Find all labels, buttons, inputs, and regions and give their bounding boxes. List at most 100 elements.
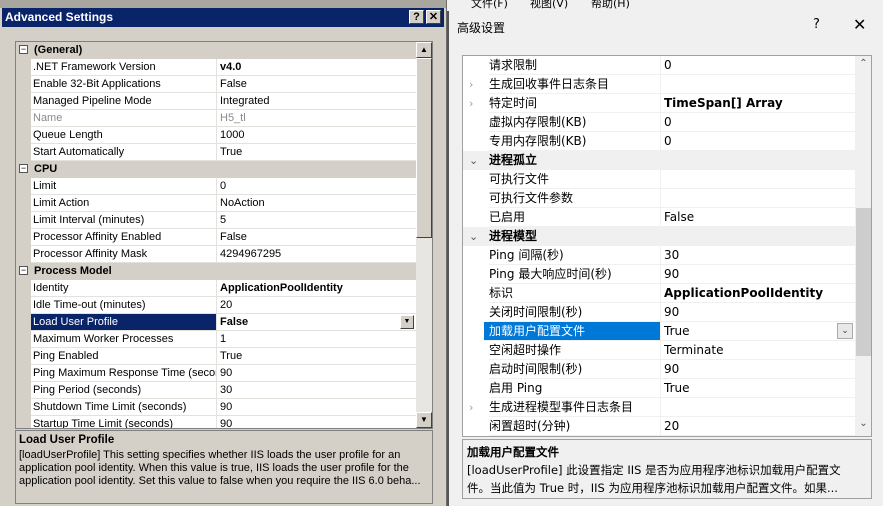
- property-row[interactable]: Limit 0: [16, 178, 416, 195]
- property-row[interactable]: Ping 最大响应时间(秒) 90: [463, 265, 855, 284]
- property-row[interactable]: Enable 32-Bit Applications False: [16, 76, 416, 93]
- property-label[interactable]: 特定时间: [489, 94, 660, 113]
- property-value[interactable]: ApplicationPoolIdentity: [660, 284, 855, 303]
- property-row[interactable]: 虚拟内存限制(KB) 0: [463, 113, 855, 132]
- property-label[interactable]: Ping 最大响应时间(秒): [489, 265, 660, 284]
- property-value[interactable]: 90: [216, 365, 416, 382]
- category-row[interactable]: − (General): [16, 42, 416, 59]
- property-value[interactable]: 0: [660, 56, 855, 75]
- property-label[interactable]: 生成回收事件日志条目: [489, 75, 660, 94]
- property-value[interactable]: 90: [216, 399, 416, 416]
- property-value[interactable]: 0: [660, 113, 855, 132]
- property-label[interactable]: Maximum Worker Processes: [31, 331, 216, 348]
- category-row[interactable]: ⌄ 进程孤立: [463, 151, 855, 170]
- property-label[interactable]: Ping Period (seconds): [31, 382, 216, 399]
- property-row[interactable]: Idle Time-out (minutes) 20: [16, 297, 416, 314]
- property-label[interactable]: Load User Profile: [31, 314, 216, 331]
- property-label[interactable]: 空闲超时操作: [489, 341, 660, 360]
- property-value[interactable]: True ⌄: [660, 322, 855, 341]
- property-value[interactable]: TimeSpan[] Array: [660, 94, 855, 113]
- property-row[interactable]: 启动时间限制(秒) 90: [463, 360, 855, 379]
- property-label[interactable]: Processor Affinity Enabled: [31, 229, 216, 246]
- property-row[interactable]: Processor Affinity Mask 4294967295: [16, 246, 416, 263]
- menu-view[interactable]: 视图(V): [530, 0, 568, 11]
- expand-chevron-icon[interactable]: ›: [469, 75, 473, 94]
- property-value[interactable]: v4.0: [216, 59, 416, 76]
- property-label[interactable]: 已启用: [489, 208, 660, 227]
- property-value[interactable]: NoAction: [216, 195, 416, 212]
- property-value[interactable]: 20: [216, 297, 416, 314]
- category-row[interactable]: − CPU: [16, 161, 416, 178]
- property-row[interactable]: 空闲超时操作 Terminate: [463, 341, 855, 360]
- property-value[interactable]: True: [216, 144, 416, 161]
- property-row[interactable]: Startup Time Limit (seconds) 90: [16, 416, 416, 428]
- property-value[interactable]: [660, 75, 855, 94]
- property-value[interactable]: [660, 170, 855, 189]
- property-row[interactable]: 标识 ApplicationPoolIdentity: [463, 284, 855, 303]
- menu-file[interactable]: 文件(F): [471, 0, 508, 11]
- property-value[interactable]: Integrated: [216, 93, 416, 110]
- property-row[interactable]: › 生成回收事件日志条目: [463, 75, 855, 94]
- property-label[interactable]: 请求限制: [489, 56, 660, 75]
- property-row[interactable]: Maximum Worker Processes 1: [16, 331, 416, 348]
- property-row[interactable]: 已启用 False: [463, 208, 855, 227]
- property-row[interactable]: Ping 间隔(秒) 30: [463, 246, 855, 265]
- property-row[interactable]: Queue Length 1000: [16, 127, 416, 144]
- vertical-scrollbar[interactable]: ⌃ ⌄: [855, 56, 871, 436]
- close-button[interactable]: ✕: [426, 10, 441, 24]
- property-label[interactable]: 关闭时间限制(秒): [489, 303, 660, 322]
- property-row[interactable]: 关闭时间限制(秒) 90: [463, 303, 855, 322]
- property-value[interactable]: 1: [216, 331, 416, 348]
- property-value[interactable]: False ▼: [216, 314, 416, 331]
- property-value[interactable]: False: [216, 229, 416, 246]
- property-label[interactable]: 可执行文件参数: [489, 189, 660, 208]
- collapse-toggle-icon[interactable]: −: [19, 164, 28, 173]
- property-value[interactable]: 0: [660, 132, 855, 151]
- property-value[interactable]: 90: [660, 360, 855, 379]
- property-value[interactable]: 30: [660, 246, 855, 265]
- property-label[interactable]: Ping 间隔(秒): [489, 246, 660, 265]
- property-label[interactable]: Startup Time Limit (seconds): [31, 416, 216, 428]
- property-row[interactable]: › 特定时间 TimeSpan[] Array: [463, 94, 855, 113]
- expand-chevron-icon[interactable]: ›: [469, 94, 473, 113]
- property-row[interactable]: Limit Interval (minutes) 5: [16, 212, 416, 229]
- property-label[interactable]: Start Automatically: [31, 144, 216, 161]
- property-label[interactable]: Shutdown Time Limit (seconds): [31, 399, 216, 416]
- collapse-toggle-icon[interactable]: −: [19, 45, 28, 54]
- property-value[interactable]: [660, 398, 855, 417]
- property-row[interactable]: 闲置超时(分钟) 20: [463, 417, 855, 436]
- property-row[interactable]: › 生成进程模型事件日志条目: [463, 398, 855, 417]
- property-value[interactable]: 30: [216, 382, 416, 399]
- property-value[interactable]: 90: [216, 416, 416, 428]
- collapse-chevron-icon[interactable]: ⌄: [469, 227, 478, 246]
- property-row[interactable]: Limit Action NoAction: [16, 195, 416, 212]
- property-label[interactable]: Limit Action: [31, 195, 216, 212]
- property-row[interactable]: Ping Period (seconds) 30: [16, 382, 416, 399]
- property-row[interactable]: 专用内存限制(KB) 0: [463, 132, 855, 151]
- property-label[interactable]: 闲置超时(分钟): [489, 417, 660, 436]
- scroll-thumb[interactable]: [856, 208, 871, 356]
- property-row[interactable]: Managed Pipeline Mode Integrated: [16, 93, 416, 110]
- property-label[interactable]: Idle Time-out (minutes): [31, 297, 216, 314]
- menu-help[interactable]: 帮助(H): [591, 0, 630, 11]
- scroll-up-icon[interactable]: ▲: [416, 42, 432, 58]
- property-row[interactable]: Ping Enabled True: [16, 348, 416, 365]
- property-label[interactable]: 生成进程模型事件日志条目: [489, 398, 660, 417]
- scroll-up-icon[interactable]: ⌃: [855, 58, 871, 69]
- property-row[interactable]: Shutdown Time Limit (seconds) 90: [16, 399, 416, 416]
- property-row[interactable]: Identity ApplicationPoolIdentity: [16, 280, 416, 297]
- property-label[interactable]: Queue Length: [31, 127, 216, 144]
- property-label[interactable]: Identity: [31, 280, 216, 297]
- category-row[interactable]: − Process Model: [16, 263, 416, 280]
- scroll-down-icon[interactable]: ▼: [416, 412, 432, 428]
- property-value[interactable]: 20: [660, 417, 855, 436]
- property-label[interactable]: 启用 Ping: [489, 379, 660, 398]
- property-label[interactable]: Name: [31, 110, 216, 127]
- property-row[interactable]: Processor Affinity Enabled False: [16, 229, 416, 246]
- property-value[interactable]: 5: [216, 212, 416, 229]
- property-value[interactable]: Terminate: [660, 341, 855, 360]
- scroll-thumb[interactable]: [416, 58, 432, 238]
- expand-chevron-icon[interactable]: ›: [469, 398, 473, 417]
- property-value[interactable]: True: [660, 379, 855, 398]
- property-label[interactable]: 虚拟内存限制(KB): [489, 113, 660, 132]
